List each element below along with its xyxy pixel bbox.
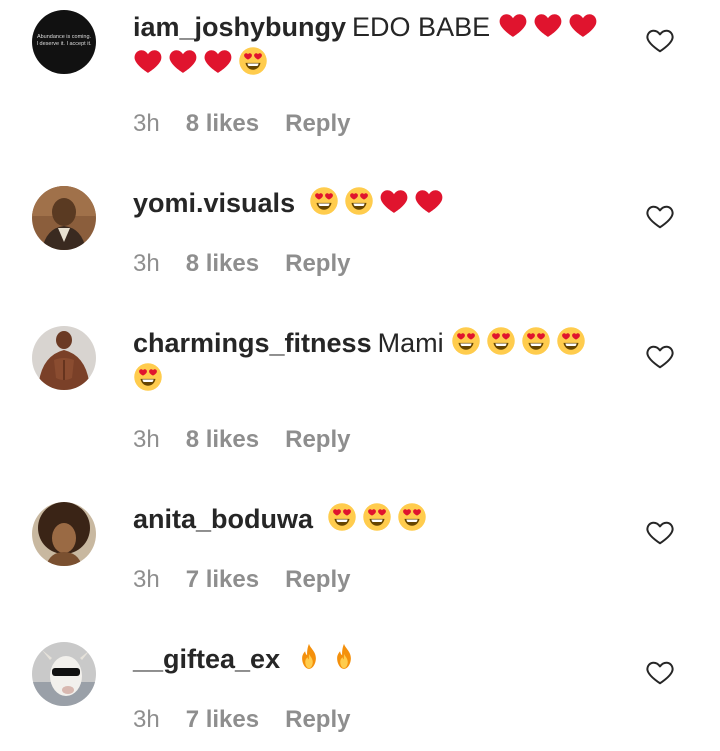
comment-likes-count[interactable]: 8 likes xyxy=(186,426,259,453)
heart-outline-icon[interactable] xyxy=(645,341,675,371)
heart-eyes-emoji xyxy=(133,362,163,392)
comment-meta: 3h 7 likes Reply xyxy=(133,565,376,595)
heart-eyes-emoji xyxy=(238,46,268,76)
red-heart-emoji xyxy=(203,46,233,76)
comment-meta: 3h 8 likes Reply xyxy=(133,109,376,139)
avatar-caption-line-1: Abundance is coming. xyxy=(37,34,92,40)
comment-time: 3h xyxy=(133,566,160,593)
comment-likes-count[interactable]: 7 likes xyxy=(186,566,259,593)
comment-likes-count[interactable]: 8 likes xyxy=(186,250,259,277)
comment-username[interactable]: yomi.visuals xyxy=(133,188,295,218)
comment-body: __giftea_ex xyxy=(133,641,603,677)
heart-eyes-emoji xyxy=(362,502,392,532)
heart-eyes-emoji xyxy=(397,502,427,532)
avatar-caption-line-2: I deserve it. I accept it. xyxy=(36,41,91,47)
comment-username[interactable]: __giftea_ex xyxy=(133,644,280,674)
heart-eyes-emoji xyxy=(556,326,586,356)
comment-time: 3h xyxy=(133,706,160,733)
fire-emoji xyxy=(294,642,324,672)
red-heart-emoji xyxy=(168,46,198,76)
reply-button[interactable]: Reply xyxy=(285,706,350,733)
heart-eyes-emoji xyxy=(344,186,374,216)
comment-username[interactable]: anita_boduwa xyxy=(133,504,313,534)
red-heart-emoji xyxy=(414,186,444,216)
reply-button[interactable]: Reply xyxy=(285,110,350,137)
red-heart-emoji xyxy=(379,186,409,216)
comment-likes-count[interactable]: 7 likes xyxy=(186,706,259,733)
heart-outline-icon[interactable] xyxy=(645,657,675,687)
avatar[interactable] xyxy=(32,502,96,566)
red-heart-emoji xyxy=(568,10,598,40)
fire-emoji xyxy=(329,642,359,672)
comment-meta: 3h 8 likes Reply xyxy=(133,425,376,455)
heart-outline-icon[interactable] xyxy=(645,201,675,231)
heart-eyes-emoji xyxy=(521,326,551,356)
avatar[interactable] xyxy=(32,642,96,706)
heart-eyes-emoji xyxy=(327,502,357,532)
reply-button[interactable]: Reply xyxy=(285,250,350,277)
comment-likes-count[interactable]: 8 likes xyxy=(186,110,259,137)
comment-time: 3h xyxy=(133,110,160,137)
avatar[interactable]: Abundance is coming. I deserve it. I acc… xyxy=(32,10,96,74)
comment-text: EDO BABE xyxy=(352,12,491,42)
comment-username[interactable]: charmings_fitness xyxy=(133,328,372,358)
comment-body: charmings_fitness Mami xyxy=(133,325,603,397)
red-heart-emoji xyxy=(533,10,563,40)
heart-outline-icon[interactable] xyxy=(645,25,675,55)
comment-time: 3h xyxy=(133,250,160,277)
comment-body: yomi.visuals xyxy=(133,185,603,221)
comment-meta: 3h 8 likes Reply xyxy=(133,249,376,279)
heart-eyes-emoji xyxy=(309,186,339,216)
avatar[interactable] xyxy=(32,186,96,250)
comment-time: 3h xyxy=(133,426,160,453)
reply-button[interactable]: Reply xyxy=(285,566,350,593)
comment-text: Mami xyxy=(377,328,444,358)
reply-button[interactable]: Reply xyxy=(285,426,350,453)
comment-body: iam_joshybungy EDO BABE xyxy=(133,9,603,81)
comment-username[interactable]: iam_joshybungy xyxy=(133,12,346,42)
heart-eyes-emoji xyxy=(486,326,516,356)
comment-body: anita_boduwa xyxy=(133,501,603,537)
heart-outline-icon[interactable] xyxy=(645,517,675,547)
red-heart-emoji xyxy=(498,10,528,40)
avatar[interactable] xyxy=(32,326,96,390)
comment-meta: 3h 7 likes Reply xyxy=(133,705,376,735)
red-heart-emoji xyxy=(133,46,163,76)
heart-eyes-emoji xyxy=(451,326,481,356)
